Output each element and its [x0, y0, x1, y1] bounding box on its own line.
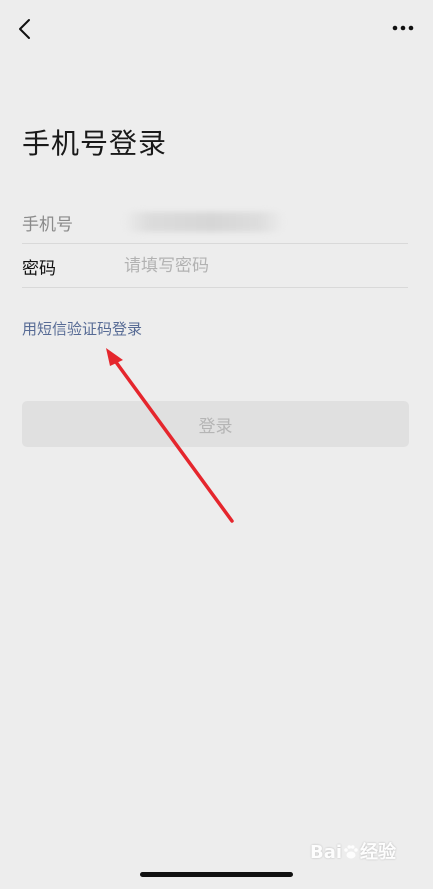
phone-value-blurred[interactable]	[124, 212, 284, 232]
baidu-watermark: Bai 经验	[310, 838, 396, 864]
chevron-left-icon	[19, 19, 30, 39]
home-indicator	[140, 872, 293, 877]
password-divider	[22, 287, 408, 288]
login-button[interactable]: 登录	[22, 401, 409, 447]
phone-label: 手机号	[22, 214, 73, 235]
page-title: 手机号登录	[22, 127, 168, 160]
back-button[interactable]	[10, 12, 40, 46]
password-input[interactable]	[124, 256, 394, 276]
watermark-prefix: Bai	[310, 842, 343, 863]
paw-icon	[344, 845, 358, 859]
password-row[interactable]: 密码	[22, 244, 408, 288]
more-dots-icon	[392, 25, 414, 31]
phone-row[interactable]: 手机号	[22, 200, 408, 244]
sms-login-link[interactable]: 用短信验证码登录	[22, 318, 142, 339]
password-label: 密码	[22, 258, 56, 279]
more-button[interactable]	[389, 14, 417, 42]
watermark-suffix: 经验	[360, 842, 397, 863]
